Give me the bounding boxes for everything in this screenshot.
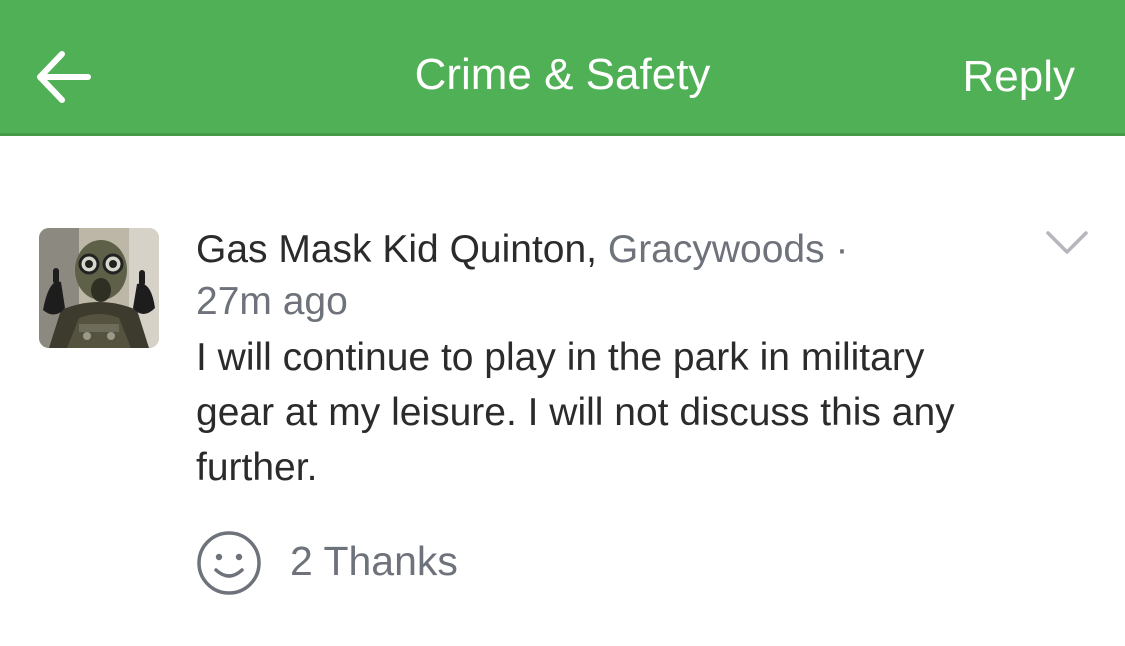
reply-button[interactable]: Reply	[963, 49, 1076, 105]
thanks-button[interactable]	[195, 529, 263, 597]
chevron-down-icon	[1046, 231, 1088, 254]
top-navigation-bar: Crime & Safety Reply	[0, 0, 1125, 136]
smiley-face-icon	[197, 531, 261, 595]
meta-dot-separator: ·	[835, 228, 849, 271]
post-message: I will continue to play in the park in m…	[196, 336, 955, 489]
post-timestamp: 27m ago	[196, 280, 348, 323]
page-title: Crime & Safety	[414, 50, 711, 99]
thanks-count[interactable]: 2 Thanks	[290, 533, 458, 589]
neighborhood-link[interactable]: Gracywoods	[608, 228, 825, 271]
avatar-photo	[39, 228, 159, 348]
author-separator: ,	[586, 228, 598, 271]
post-options-button[interactable]	[1044, 228, 1090, 258]
post-meta-line: Gas Mask Kid Quinton, Gracywoods ·	[196, 224, 1046, 276]
author-name[interactable]: Gas Mask Kid Quinton	[196, 228, 586, 271]
author-avatar[interactable]	[39, 228, 159, 348]
